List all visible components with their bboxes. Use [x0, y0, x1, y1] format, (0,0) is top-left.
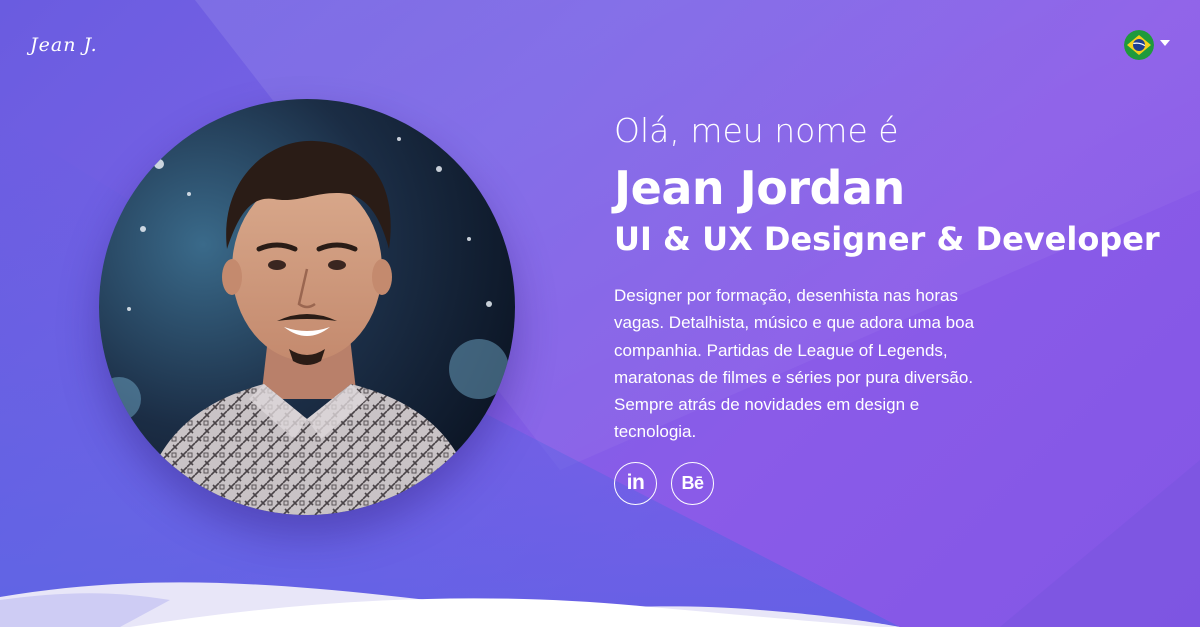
- profile-photo: [99, 99, 515, 515]
- brazil-flag-icon: [1124, 30, 1154, 60]
- behance-button[interactable]: Bē: [671, 461, 714, 505]
- language-switcher[interactable]: [1124, 30, 1170, 60]
- linkedin-icon: in: [626, 471, 645, 495]
- hero-content: Olá, meu nome é Jean Jordan UI & UX Desi…: [614, 110, 1174, 505]
- brand-logo[interactable]: Jean J.: [30, 34, 98, 56]
- behance-icon: Bē: [681, 472, 704, 493]
- bio-paragraph: Designer por formação, desenhista nas ho…: [614, 286, 975, 442]
- hero-name: Jean Jordan: [614, 161, 905, 215]
- caret-down-icon: [1160, 40, 1170, 46]
- linkedin-button[interactable]: in: [614, 461, 657, 505]
- job-title: UI & UX Designer & Developer: [614, 220, 1160, 258]
- social-links: in Bē: [614, 461, 1174, 505]
- greeting-text: Olá, meu nome é: [614, 111, 899, 150]
